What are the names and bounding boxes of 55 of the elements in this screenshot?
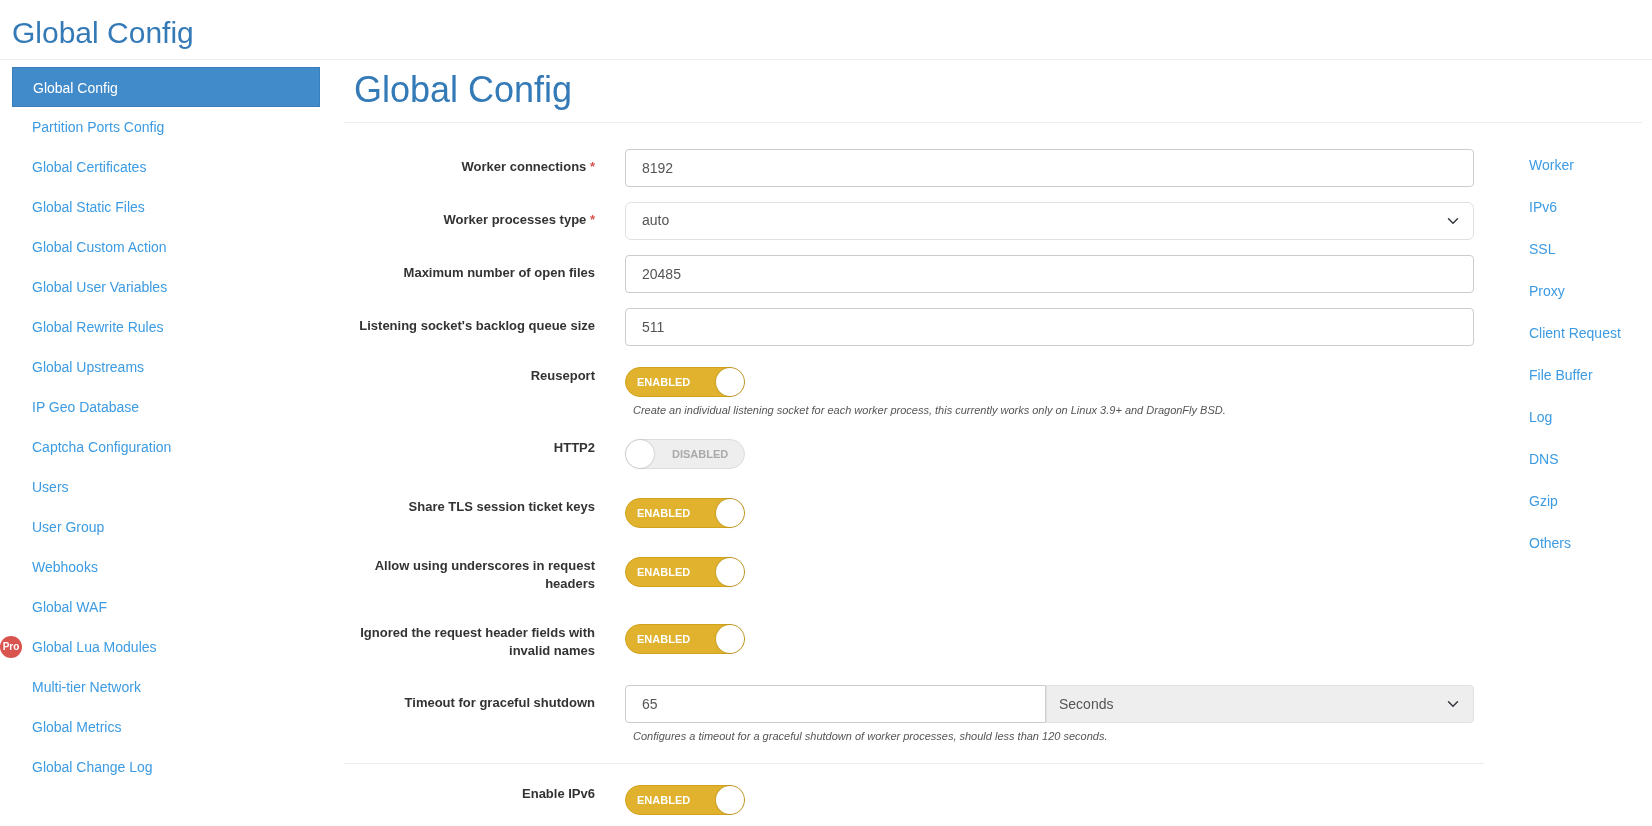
input-field[interactable]: 65	[625, 685, 1046, 724]
sidebar-item[interactable]: Global WAF	[12, 587, 320, 627]
input-field[interactable]: 8192	[625, 148, 1474, 187]
sidebar-item[interactable]: User Group	[12, 507, 320, 547]
section-link[interactable]: Client Request	[1529, 323, 1621, 365]
field-label: Enable IPv6	[521, 784, 596, 803]
section-link[interactable]: File Buffer	[1529, 365, 1621, 407]
sidebar-item[interactable]: Global Static Files	[12, 187, 320, 227]
toggle-switch[interactable]: ENABLED	[625, 784, 745, 815]
field-label: HTTP2	[552, 439, 596, 458]
help-text: Configures a timeout for a graceful shutdown of worker processes, should less than 120 seconds.	[633, 729, 1109, 745]
section-link[interactable]: Gzip	[1529, 491, 1621, 533]
sidebar-item[interactable]: Global Change Log	[12, 747, 320, 787]
help-text: Create an individual listening socket for each worker process, this currently works only on Linux 3.9+ and DragonFly BSD.	[633, 402, 1227, 418]
field-label: Listening socket's backlog queue size	[358, 316, 596, 335]
section-title: Global Config	[344, 60, 1642, 123]
sidebar-item[interactable]: Global Custom Action	[12, 227, 320, 267]
sidebar-item[interactable]: IP Geo Database	[12, 387, 320, 427]
toggle-switch[interactable]: ENABLED	[625, 624, 745, 655]
field-label: Maximum number of open files	[402, 263, 596, 282]
field-label: Allow using underscores in request headers	[373, 557, 596, 594]
sidebar-item[interactable]: Partition Ports Config	[12, 107, 320, 147]
pro-badge: Pro	[0, 636, 22, 658]
field-label: Share TLS session ticket keys	[407, 498, 596, 517]
field-label: Ignored the request header fields with invalid names	[359, 624, 596, 661]
section-link[interactable]: Worker	[1529, 155, 1621, 197]
section-link[interactable]: DNS	[1529, 449, 1621, 491]
field-label: Worker processes type *	[442, 210, 596, 229]
section-link[interactable]: IPv6	[1529, 197, 1621, 239]
sidebar-item[interactable]: Global Upstreams	[12, 347, 320, 387]
field-label: Reuseport	[529, 366, 596, 385]
section-link[interactable]: Others	[1529, 533, 1621, 575]
input-field[interactable]: 511	[625, 307, 1474, 346]
input-field[interactable]: 20485	[625, 254, 1474, 293]
section-link[interactable]: Log	[1529, 407, 1621, 449]
sidebar-item[interactable]: Global Certificates	[12, 147, 320, 187]
section-link[interactable]: Proxy	[1529, 281, 1621, 323]
page-title: Global Config	[12, 16, 195, 49]
sidebar-item[interactable]: Global Rewrite Rules	[12, 307, 320, 347]
toggle-switch[interactable]: ENABLED	[625, 557, 745, 588]
sidebar-item[interactable]: Captcha Configuration	[12, 427, 320, 467]
sidebar-item[interactable]: Global User Variables	[12, 267, 320, 307]
toggle-switch[interactable]: ENABLED	[625, 498, 745, 529]
toggle-switch[interactable]: DISABLED	[625, 439, 745, 470]
field-label: Timeout for graceful shutdown	[403, 694, 596, 713]
section-link[interactable]: SSL	[1529, 239, 1621, 281]
field-label: Worker connections *	[460, 157, 596, 176]
sidebar-item[interactable]: Multi-tier Network	[12, 667, 320, 707]
sidebar-item[interactable]: Webhooks	[12, 547, 320, 587]
sidebar-item[interactable]: Global Metrics	[12, 707, 320, 747]
unit-select[interactable]: Seconds	[1046, 685, 1474, 724]
select-field[interactable]: auto	[625, 201, 1474, 240]
sidebar-item[interactable]: Global Config	[12, 67, 320, 107]
toggle-switch[interactable]: ENABLED	[625, 366, 745, 397]
sidebar-item[interactable]: Users	[12, 467, 320, 507]
